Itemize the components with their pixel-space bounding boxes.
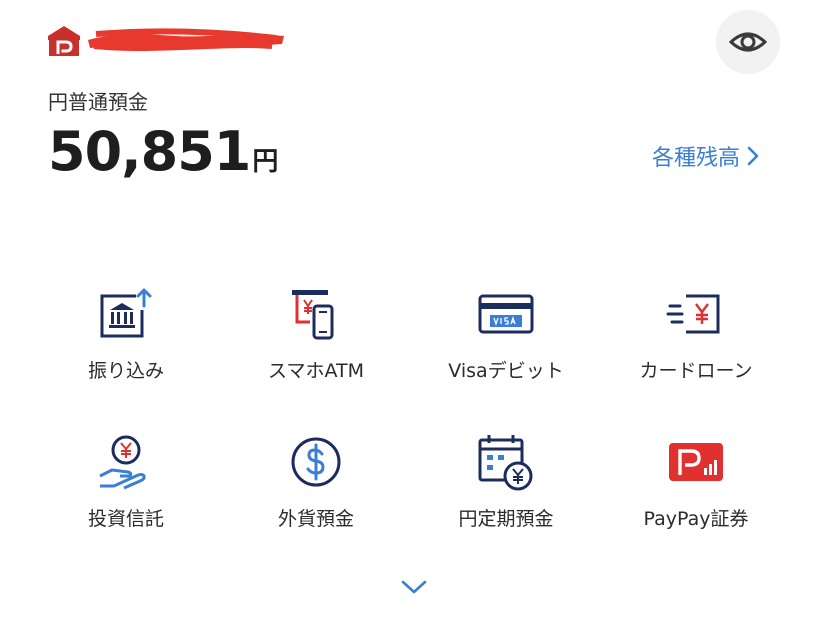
menu-item-visa-debit[interactable]: Visaデビット xyxy=(411,282,601,430)
menu-item-yen-time-deposit[interactable]: 円定期預金 xyxy=(411,430,601,578)
all-balances-link[interactable]: 各種残高 xyxy=(652,140,760,172)
card-loan-icon xyxy=(664,282,728,346)
chevron-down-icon xyxy=(401,580,427,594)
visa-card-icon xyxy=(474,282,538,346)
menu-item-label: 振り込み xyxy=(87,360,164,382)
eye-icon xyxy=(729,32,767,52)
yen-time-deposit-icon xyxy=(474,430,538,494)
menu-item-label: PayPay証券 xyxy=(643,508,749,530)
redacted-account-name xyxy=(86,28,286,52)
menu-item-transfer[interactable]: 振り込み xyxy=(31,282,221,430)
expand-menu-button[interactable] xyxy=(397,572,431,602)
chevron-right-icon xyxy=(747,146,759,166)
investment-trust-icon xyxy=(94,430,158,494)
menu-item-foreign-currency-deposit[interactable]: 外貨預金 xyxy=(221,430,411,578)
menu-item-card-loan[interactable]: カードローン xyxy=(601,282,791,430)
service-menu-grid: 振り込み スマホATM Visaデビット カードローン 投資信託 外貨預金 円定… xyxy=(31,282,791,578)
paypay-bank-logo-icon xyxy=(47,24,81,58)
account-type-label: 円普通預金 xyxy=(48,90,148,114)
menu-item-label: カードローン xyxy=(639,360,753,382)
menu-item-label: Visaデビット xyxy=(448,360,564,382)
foreign-currency-icon xyxy=(284,430,348,494)
balance-currency-unit: 円 xyxy=(252,147,279,177)
menu-item-label: 投資信託 xyxy=(87,508,164,530)
all-balances-label: 各種残高 xyxy=(652,146,741,171)
menu-item-label: 外貨預金 xyxy=(277,508,354,530)
menu-item-label: スマホATM xyxy=(268,360,364,382)
menu-item-label: 円定期預金 xyxy=(458,508,554,530)
paypay-securities-icon xyxy=(664,430,728,494)
smartphone-atm-icon xyxy=(284,282,348,346)
balance-display: 50,851 円 xyxy=(48,122,278,182)
menu-item-smartphone-atm[interactable]: スマホATM xyxy=(221,282,411,430)
menu-item-investment-trust[interactable]: 投資信託 xyxy=(31,430,221,578)
menu-item-paypay-securities[interactable]: PayPay証券 xyxy=(601,430,791,578)
visibility-toggle-button[interactable] xyxy=(716,10,780,74)
balance-amount: 50,851 xyxy=(48,120,251,183)
bank-transfer-icon xyxy=(94,282,158,346)
